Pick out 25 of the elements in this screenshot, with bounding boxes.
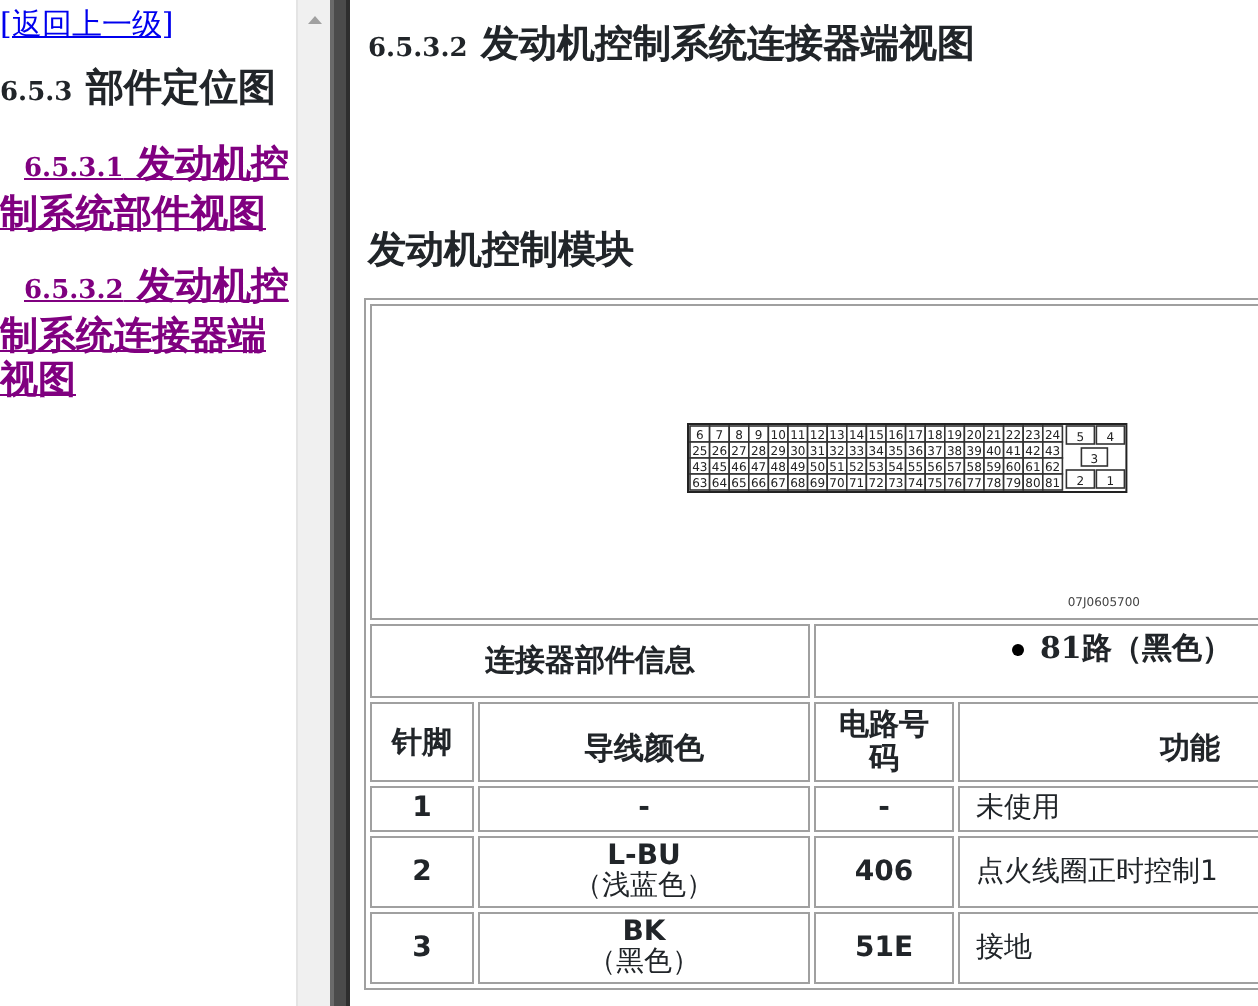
scroll-up-icon[interactable]	[308, 16, 322, 24]
table-cell: -	[814, 786, 954, 832]
list-item: 81路（黑色）	[1040, 630, 1232, 666]
table-cell: 点火线圈正时控制1	[958, 836, 1258, 908]
table-cell: -	[478, 786, 810, 832]
column-header: 电路号码	[814, 702, 954, 782]
table-cell: BK （黑色）	[478, 912, 810, 984]
table-cell: 3	[370, 912, 474, 984]
table-cell: 接地	[958, 912, 1258, 984]
section-subtitle: 发动机控制模块	[368, 225, 636, 275]
table-cell: 1	[370, 786, 474, 832]
scrollbar[interactable]	[296, 0, 330, 1006]
table-cell: 2	[370, 836, 474, 908]
table-cell: 406	[814, 836, 954, 908]
section-heading: 6.5.3 部件定位图	[0, 64, 278, 114]
column-header: 针脚	[370, 702, 474, 782]
table-cell: 未使用	[958, 786, 1258, 832]
table-cell: 连接器部件信息	[370, 624, 810, 698]
table-cell: 51E	[814, 912, 954, 984]
page-title: 6.5.3.2 发动机控制系统连接器端视图	[368, 20, 977, 70]
column-header: 功能	[958, 702, 1258, 782]
back-link[interactable]: [返回上一级]	[0, 2, 174, 47]
bullet-icon	[1012, 644, 1024, 657]
column-header: 导线颜色	[478, 702, 810, 782]
table-cell: L-BU （浅蓝色）	[478, 836, 810, 908]
